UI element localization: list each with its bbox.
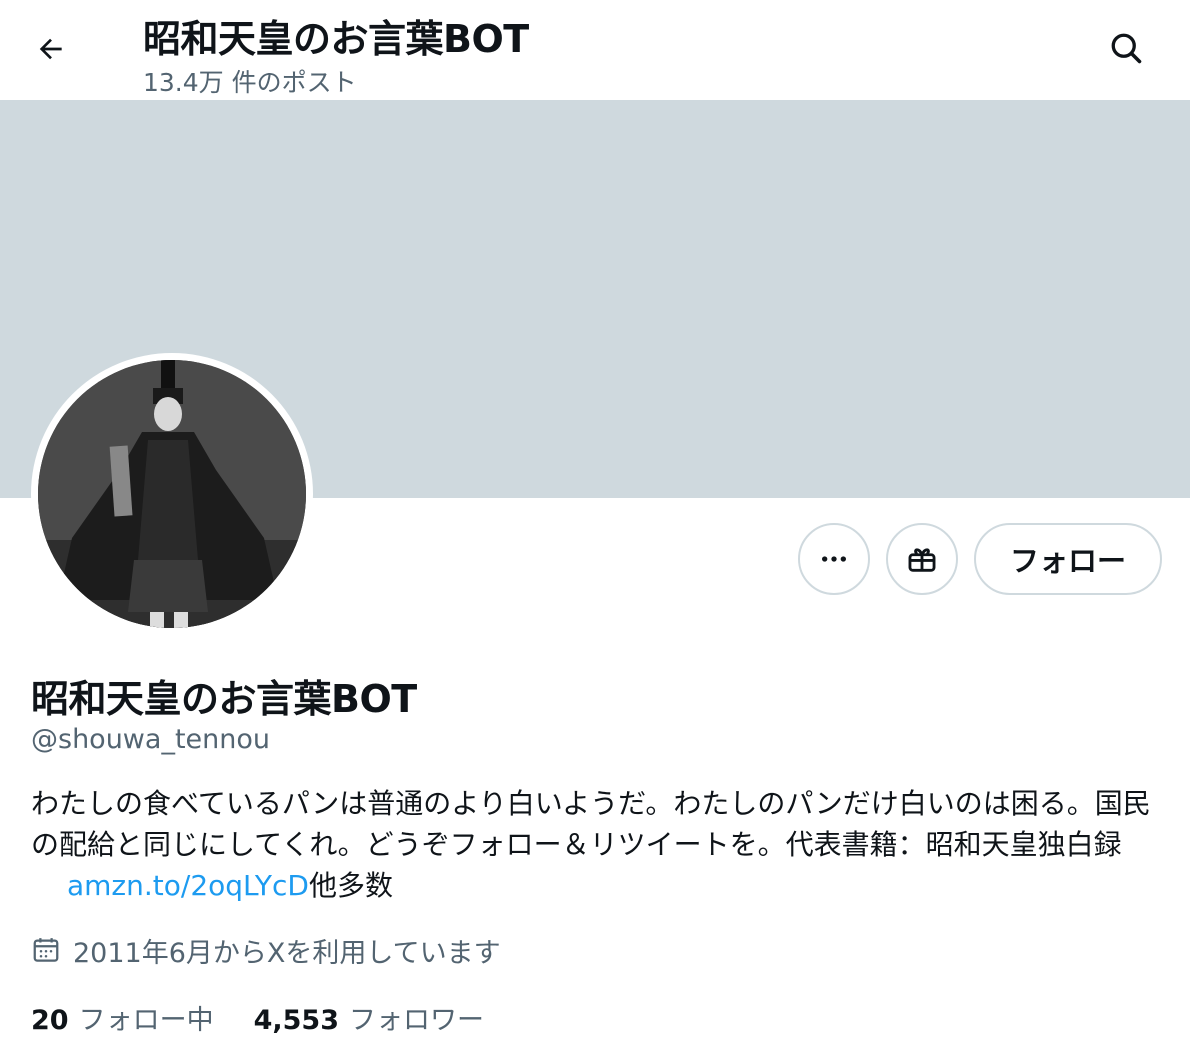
profile-bio: わたしの食べているパンは普通のより白いようだ。わたしのパンだけ白いのは困る。国民… [31,783,1151,906]
bio-link[interactable]: amzn.to/2oqLYcD [67,869,309,902]
display-name: 昭和天皇のお言葉BOT [31,677,417,721]
top-bar: 昭和天皇のお言葉BOT 13.4万 件のポスト [0,0,1190,100]
calendar-icon [33,938,59,962]
search-button[interactable] [1100,22,1152,74]
following-link[interactable]: 20 フォロー中 [31,998,214,1037]
header-title: 昭和天皇のお言葉BOT [143,17,529,61]
back-button[interactable] [26,24,76,74]
avatar-figure-image [38,360,306,628]
bio-suffix: 他多数 [308,869,393,902]
user-handle: @shouwa_tennou [31,724,270,755]
avatar[interactable] [31,353,313,635]
post-count: 13.4万 件のポスト [143,68,357,97]
follow-button[interactable]: フォロー [974,523,1162,595]
follow-stats: 20 フォロー中 4,553 フォロワー [31,998,484,1037]
back-arrow-icon [39,38,62,60]
followers-label: フォロワー [348,1005,484,1036]
joined-date: 2011年6月からXを利用しています [31,930,501,970]
joined-text: 2011年6月からXを利用しています [73,937,501,969]
following-label: フォロー中 [78,1005,214,1036]
more-dots-icon [822,556,846,562]
followers-link[interactable]: 4,553 フォロワー [254,998,484,1037]
gift-button[interactable] [886,523,958,595]
followers-count: 4,553 [253,1005,339,1036]
following-count: 20 [31,1005,69,1036]
bio-text: わたしの食べているパンは普通のより白いようだ。わたしのパンだけ白いのは困る。国民… [31,787,1151,861]
more-button[interactable] [798,523,870,595]
gift-icon [908,548,936,572]
search-icon [1111,33,1142,64]
avatar-photo [38,360,306,628]
